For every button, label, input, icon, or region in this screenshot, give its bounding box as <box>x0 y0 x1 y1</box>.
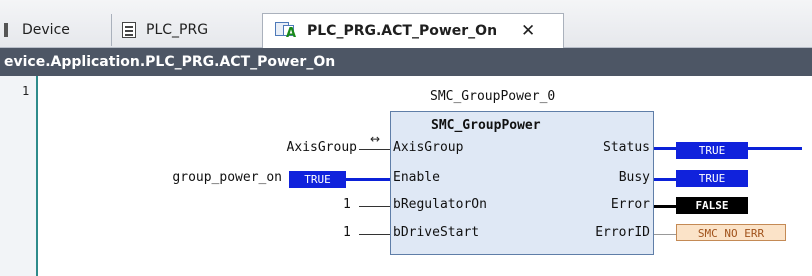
input-axisgroup[interactable]: AxisGroup <box>287 140 357 155</box>
input-bdrivestart[interactable]: 1 <box>343 225 351 240</box>
live-value-status: TRUE <box>676 142 748 159</box>
object-path-bar: evice.Application.PLC_PRG.ACT_Power_On <box>0 48 812 76</box>
cfc-editor[interactable]: 1 SMC_GroupPower_0 SMC_GroupPower AxisGr… <box>0 76 812 276</box>
wire-bregulatoron <box>359 206 390 207</box>
pin-enable: Enable <box>393 170 440 185</box>
wire-bdrivestart <box>359 234 390 235</box>
wire-error <box>654 205 676 208</box>
tab-plc-prg[interactable]: PLC_PRG <box>116 14 258 46</box>
wire-axisgroup <box>359 149 390 150</box>
live-value-errorid: SMC NO ERR <box>676 224 786 241</box>
tab-label: PLC_PRG.ACT_Power_On <box>307 23 498 39</box>
line-number: 1 <box>22 84 30 98</box>
action-icon: A <box>275 22 297 40</box>
line-gutter <box>0 76 36 276</box>
fb-instance-name[interactable]: SMC_GroupPower_0 <box>430 89 555 104</box>
gutter-divider <box>36 76 38 276</box>
wire-enable <box>346 178 390 181</box>
close-icon[interactable]: ✕ <box>521 21 535 41</box>
pin-status: Status <box>603 140 650 155</box>
pin-busy: Busy <box>618 170 650 185</box>
reference-icon: ↔ <box>370 132 381 146</box>
wire-busy <box>654 178 676 181</box>
wire-errorid <box>654 234 676 235</box>
input-group-power-on[interactable]: group_power_on <box>172 170 282 185</box>
pin-axisgroup: AxisGroup <box>393 140 464 155</box>
tab-act-power-on[interactable]: A PLC_PRG.ACT_Power_On ✕ <box>262 13 564 48</box>
live-value-error: FALSE <box>676 197 748 214</box>
tab-label: Device <box>22 22 70 38</box>
tab-label: PLC_PRG <box>146 22 209 38</box>
pou-icon <box>122 22 136 38</box>
live-value-enable: TRUE <box>289 171 346 188</box>
editor-tab-bar: Device PLC_PRG A PLC_PRG.ACT_Power_On ✕ <box>0 0 812 48</box>
pin-bdrivestart: bDriveStart <box>393 225 480 240</box>
pin-errorid: ErrorID <box>595 225 650 240</box>
pin-error: Error <box>610 197 650 212</box>
pin-bregulatoron: bRegulatorOn <box>393 197 487 212</box>
input-bregulatoron[interactable]: 1 <box>343 197 351 212</box>
device-icon <box>4 23 8 37</box>
fb-type-name: SMC_GroupPower <box>431 118 541 133</box>
live-value-busy: TRUE <box>676 170 748 187</box>
tab-device[interactable]: Device <box>0 14 112 46</box>
